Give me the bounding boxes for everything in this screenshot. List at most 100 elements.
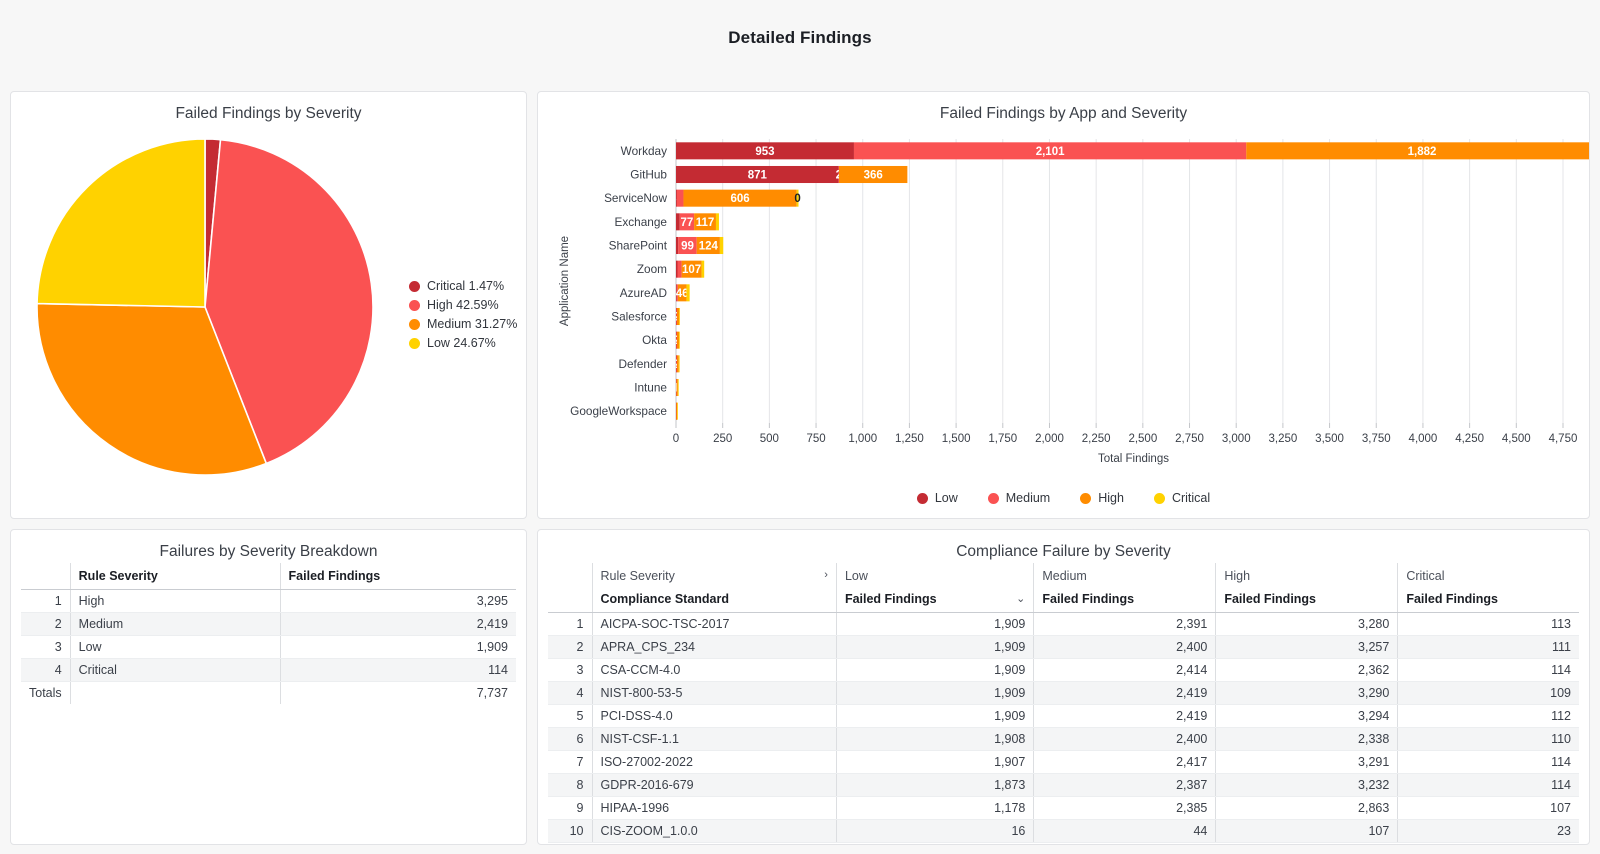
pie-slice-low[interactable] (36, 138, 206, 308)
bar-category-label[interactable]: Okta (642, 333, 667, 347)
bar-segment-defender-high[interactable] (676, 355, 679, 373)
bar-category-label[interactable]: Salesforce (611, 310, 667, 324)
table-row[interactable]: 2 APRA_CPS_234 1,909 2,400 3,257 111 (548, 635, 1579, 659)
bar-category-label[interactable]: Zoom (637, 262, 667, 276)
right-col-index (548, 586, 592, 613)
x-tick-label: 0 (673, 433, 679, 445)
bar-legend-item-0[interactable]: Low (916, 491, 958, 505)
legend-swatch-icon (409, 319, 420, 330)
bar-segment-salesforce-high[interactable] (676, 307, 680, 326)
bar-segment-sharepoint-critical[interactable] (719, 236, 724, 255)
totals-row: Totals 7,737 (21, 681, 516, 704)
x-tick-label: 4,250 (1455, 433, 1484, 445)
pie-chart-body: Critical 1.47% High 42.59% Medium 31.27% Lo… (11, 125, 526, 505)
pie-legend-item-1[interactable]: High 42.59% (409, 296, 517, 315)
bar-segment-zoom-low[interactable] (676, 260, 678, 278)
bar-segment-sharepoint-low[interactable] (676, 236, 679, 255)
bar-category-label[interactable]: Workday (621, 144, 667, 158)
rule-severity-group-header[interactable]: Rule Severity › (591, 563, 837, 586)
table-row[interactable]: 4 Critical 114 (21, 658, 516, 682)
cell-high-findings: 3,257 (1215, 635, 1398, 659)
bar-category-label[interactable]: Exchange (615, 215, 668, 229)
cell-low-findings: 1,909 (835, 681, 1034, 705)
table-row[interactable]: 8 GDPR-2016-679 1,873 2,387 3,232 114 (548, 773, 1579, 797)
right-table-title: Compliance Failure by Severity (956, 543, 1171, 560)
bar-category-label[interactable]: Defender (618, 357, 667, 371)
bar-category-label[interactable]: AzureAD (620, 286, 667, 300)
col-failed-findings-medium[interactable]: Failed Findings (1033, 586, 1216, 613)
chevron-right-icon[interactable]: › (824, 569, 828, 581)
cell-rule-severity: Medium (69, 612, 281, 636)
cell-critical-findings: 114 (1397, 658, 1579, 682)
table-row[interactable]: 4 NIST-800-53-5 1,909 2,419 3,290 109 (548, 681, 1579, 705)
table-row[interactable]: 3 Low 1,909 (21, 635, 516, 659)
table-row[interactable]: 9 HIPAA-1996 1,178 2,385 2,863 107 (548, 796, 1579, 820)
bar-segment-defender-critical[interactable] (678, 355, 680, 373)
stacked-bar-chart[interactable]: 0 250 500 750 1,000 1,250 1,500 1,750 2,000 2,250… (538, 125, 1590, 495)
bar-segment-okta-high[interactable] (676, 331, 679, 349)
cell-critical-findings: 111 (1397, 635, 1579, 659)
cell-low-findings: 1,908 (835, 727, 1034, 751)
table-row[interactable]: 5 PCI-DSS-4.0 1,909 2,419 3,294 112 (548, 704, 1579, 728)
row-index: 9 (548, 796, 592, 820)
pie-legend-item-2[interactable]: Medium 31.27% (409, 315, 517, 334)
bar-legend-item-2[interactable]: High (1080, 491, 1124, 505)
bar-category-label[interactable]: SharePoint (609, 239, 668, 253)
bar-segment-intune-high[interactable] (676, 378, 678, 397)
bar-category-label[interactable]: GoogleWorkspace (570, 404, 667, 418)
bar-legend-item-3[interactable]: Critical (1153, 491, 1211, 505)
bar-segment-okta-critical[interactable] (678, 331, 680, 349)
pie-legend-item-0[interactable]: Critical 1.47% (409, 277, 517, 296)
col-failed-findings-low[interactable]: Failed Findings ⌄ (835, 586, 1034, 613)
bar-category-label[interactable]: ServiceNow (604, 191, 667, 205)
cell-compliance-standard: ISO-27002-2022 (591, 750, 837, 774)
group-header-high[interactable]: High (1215, 563, 1398, 586)
bar-value-label: 871 (748, 170, 768, 182)
bar-segment-googleworkspace-critical[interactable] (677, 402, 678, 420)
dashboard-root: Detailed Findings Failed Findings by Sev… (0, 0, 1600, 854)
cell-compliance-standard: HIPAA-1996 (591, 796, 837, 820)
bar-segment-exchange-critical[interactable] (715, 213, 719, 231)
bar-legend-item-1[interactable]: Medium (987, 491, 1050, 505)
row-index: 3 (548, 658, 592, 682)
cell-compliance-standard: AICPA-SOC-TSC-2017 (591, 612, 837, 636)
cell-high-findings: 3,280 (1215, 612, 1398, 636)
col-failed-findings-high[interactable]: Failed Findings (1215, 586, 1398, 613)
table-row[interactable]: 2 Medium 2,419 (21, 612, 516, 636)
cell-critical-findings: 114 (1397, 773, 1579, 797)
table-row[interactable]: 1 High 3,295 (21, 589, 516, 613)
left-col-rule-severity[interactable]: Rule Severity (69, 563, 281, 590)
bar-segment-googleworkspace-high[interactable] (676, 402, 678, 420)
bar-segment-zoom-critical[interactable] (701, 260, 705, 278)
bar-segment-servicenow-medium[interactable] (676, 189, 684, 207)
x-tick-label: 2,750 (1175, 433, 1204, 445)
col-compliance-standard[interactable]: Compliance Standard (591, 586, 837, 613)
bar-category-label[interactable]: Intune (634, 381, 667, 395)
col-failed-findings-critical[interactable]: Failed Findings (1397, 586, 1579, 613)
x-tick-label: 2,250 (1082, 433, 1111, 445)
cell-compliance-standard: PCI-DSS-4.0 (591, 704, 837, 728)
cell-low-findings: 1,873 (835, 773, 1034, 797)
bar-legend-label: Critical (1171, 491, 1211, 505)
group-header-medium[interactable]: Medium (1033, 563, 1216, 586)
bar-segment-zoom-medium[interactable] (677, 260, 682, 278)
group-header-low[interactable]: Low (835, 563, 1034, 586)
table-row[interactable]: 6 NIST-CSF-1.1 1,908 2,400 2,338 110 (548, 727, 1579, 751)
bar-segment-azuread-critical[interactable] (686, 284, 690, 302)
table-row[interactable]: 3 CSA-CCM-4.0 1,909 2,414 2,362 114 (548, 658, 1579, 682)
bar-segment-salesforce-critical[interactable] (679, 307, 680, 326)
bar-segment-intune-critical[interactable] (677, 378, 679, 397)
pie-chart[interactable] (36, 135, 377, 480)
chevron-down-icon[interactable]: ⌄ (1016, 592, 1025, 605)
bar-category-label[interactable]: GitHub (630, 168, 667, 182)
cell-low-findings: 1,907 (835, 750, 1034, 774)
left-col-failed-findings[interactable]: Failed Findings (279, 563, 516, 590)
cell-medium-findings: 2,417 (1033, 750, 1216, 774)
table-row[interactable]: 1 AICPA-SOC-TSC-2017 1,909 2,391 3,280 113 (548, 612, 1579, 636)
table-row[interactable]: 10 CIS-ZOOM_1.0.0 16 44 107 23 (548, 819, 1579, 843)
bar-segment-exchange-low[interactable] (676, 213, 680, 231)
pie-legend-item-3[interactable]: Low 24.67% (409, 334, 517, 353)
table-row[interactable]: 7 ISO-27002-2022 1,907 2,417 3,291 114 (548, 750, 1579, 774)
group-header-critical[interactable]: Critical (1397, 563, 1579, 586)
x-tick-label: 3,250 (1268, 433, 1297, 445)
